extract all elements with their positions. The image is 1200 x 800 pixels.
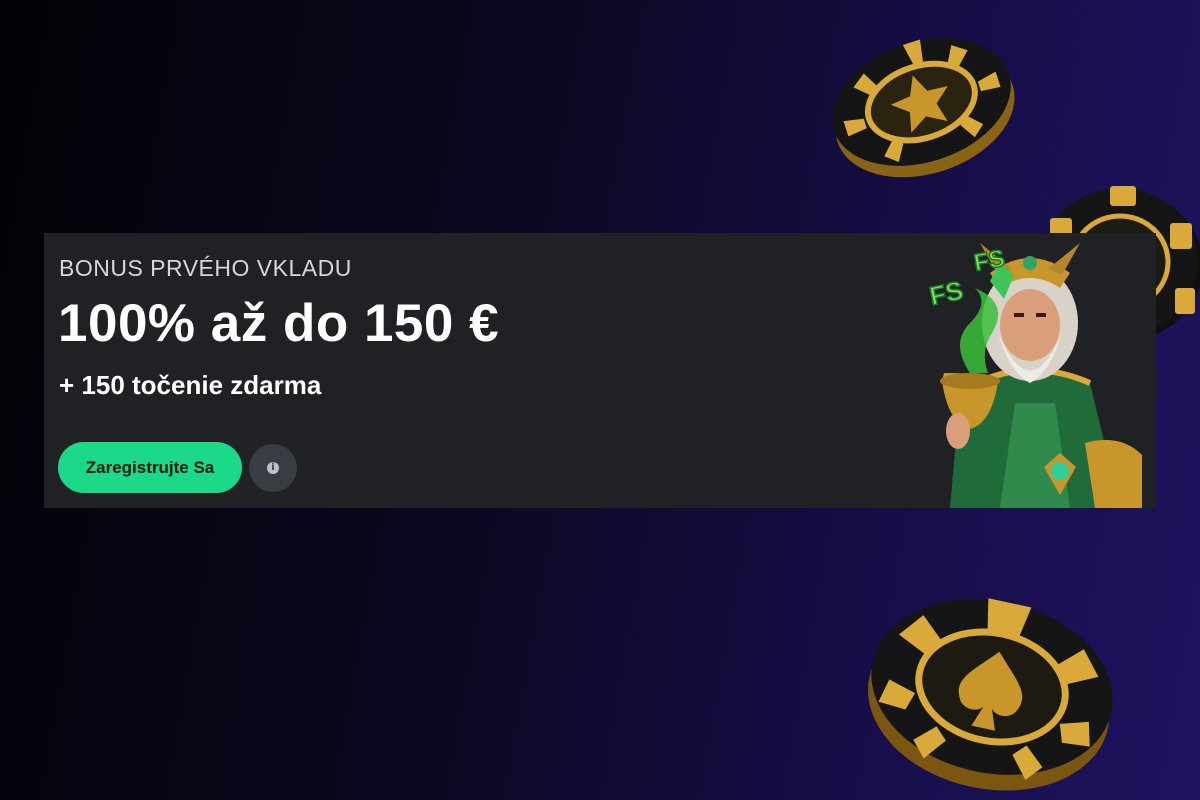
info-button[interactable]: i [249, 444, 297, 492]
register-button[interactable]: Zaregistrujte Sa [58, 442, 242, 493]
free-spins-text: + 150 točenie zdarma [59, 370, 322, 400]
fs-badge: FS [972, 245, 1007, 277]
info-icon: i [267, 462, 279, 474]
spade-chip-icon [860, 575, 1125, 800]
fs-badge: FS [927, 275, 966, 311]
promo-subtitle: BONUS PRVÉHO VKLADU [59, 255, 352, 281]
wizard-character-illustration: FS FS [880, 233, 1156, 508]
star-chip-icon [822, 22, 1022, 187]
promo-banner: BONUS PRVÉHO VKLADU 100% až do 150 € + 1… [44, 233, 1156, 508]
promo-headline: 100% až do 150 € [58, 294, 500, 353]
